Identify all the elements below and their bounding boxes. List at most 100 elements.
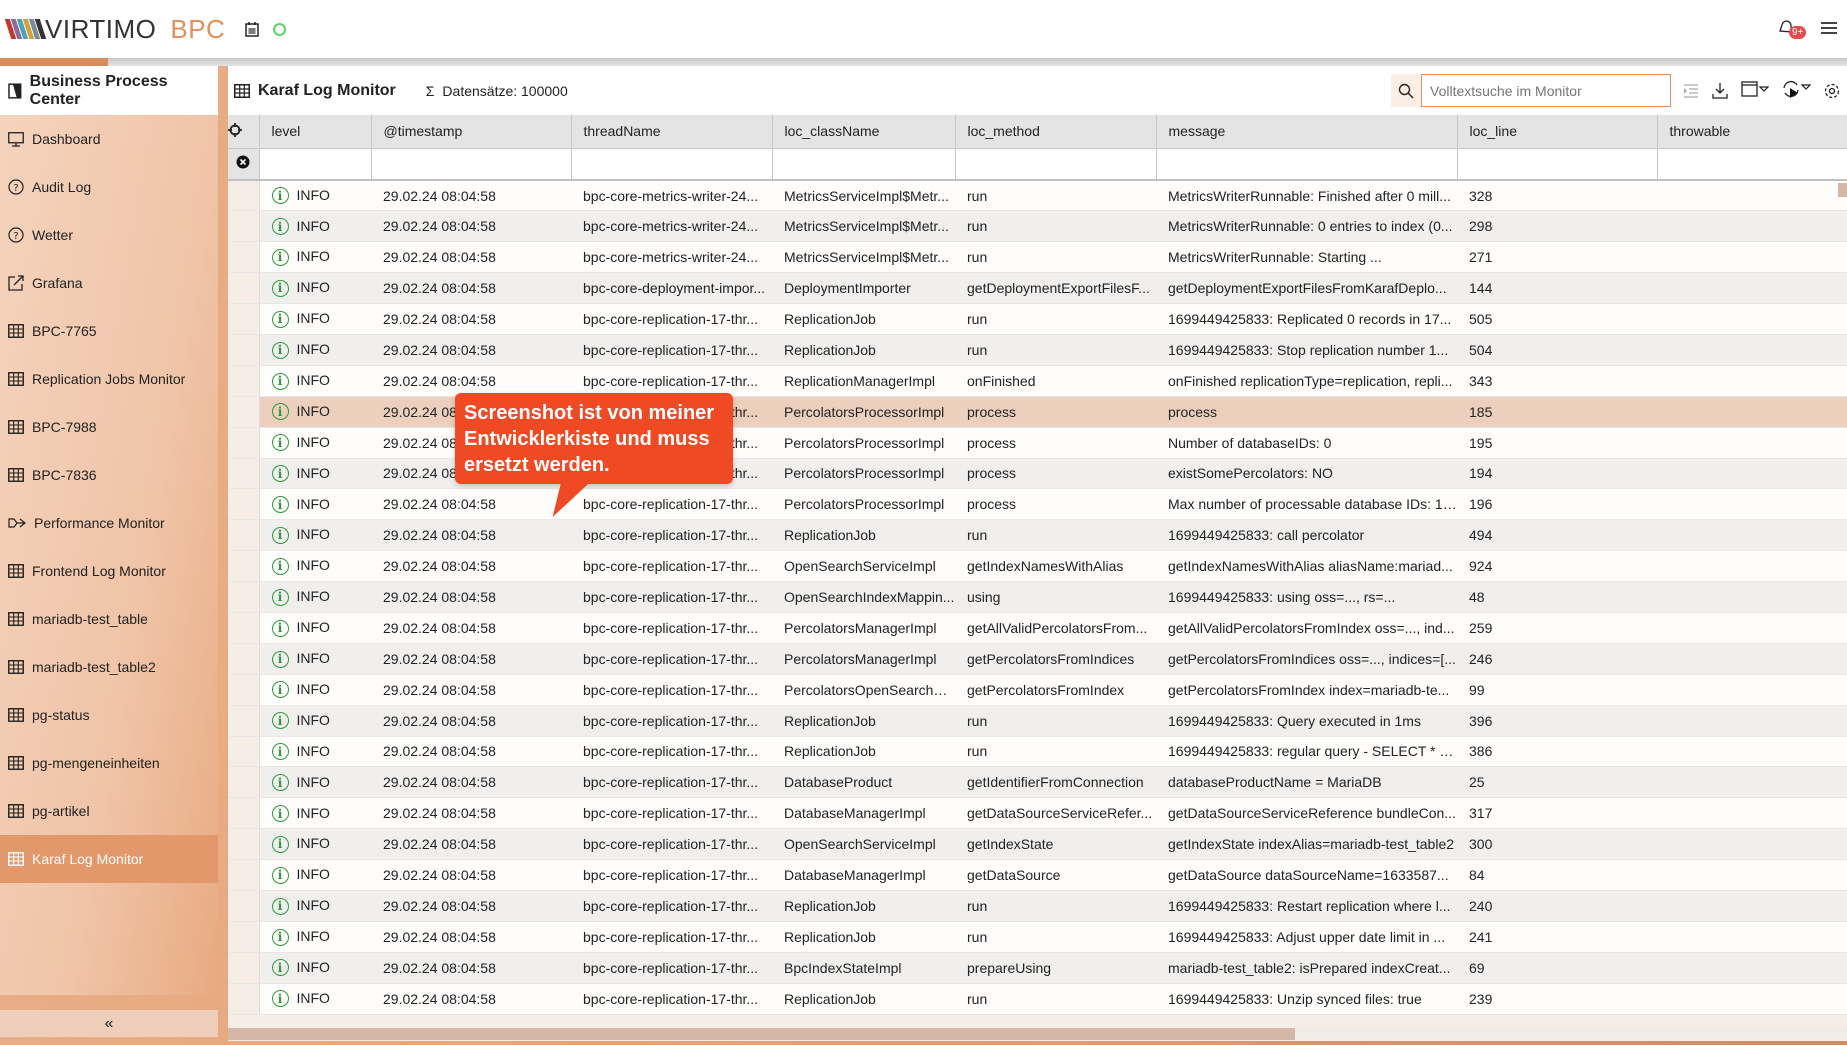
table-row[interactable]: i INFO 29.02.24 08:04:58bpc-core-replicati… xyxy=(228,983,1847,1015)
calendar-icon[interactable] xyxy=(245,21,260,37)
row-selector[interactable] xyxy=(228,272,260,305)
locate-column-button[interactable] xyxy=(228,115,260,149)
fulltext-search-input[interactable] xyxy=(1421,74,1671,107)
row-selector[interactable] xyxy=(228,210,260,243)
sidebar-item-frontend-log-monitor[interactable]: Frontend Log Monitor xyxy=(0,547,218,595)
sidebar-item-bpc-7836[interactable]: BPC-7836 xyxy=(0,451,218,499)
window-layout-dropdown[interactable] xyxy=(1741,81,1770,100)
table-row[interactable]: i INFO 29.02.24 08:04:58bpc-core-replicati… xyxy=(228,612,1847,644)
column-header-loc-className[interactable]: loc_className xyxy=(772,115,956,149)
table-row[interactable]: i INFO 29.02.24 08:04:58 bpc-core-metrics-w… xyxy=(228,241,1847,274)
row-selector[interactable] xyxy=(228,859,260,891)
column-filter-input[interactable] xyxy=(571,148,773,181)
sidebar-item-replication-jobs-monitor[interactable]: Replication Jobs Monitor xyxy=(0,355,218,403)
table-row[interactable]: i INFO 29.02.24 08:04:58bpc-core-replicati… xyxy=(228,952,1847,984)
sidebar-item-grafana[interactable]: Grafana xyxy=(0,259,218,307)
virtimo-logo[interactable]: VIRTIMO BPC xyxy=(4,14,225,45)
row-selector[interactable] xyxy=(228,303,260,335)
search-button[interactable] xyxy=(1391,74,1421,107)
column-filter-input[interactable] xyxy=(1156,148,1458,181)
row-selector[interactable] xyxy=(228,581,260,613)
refresh-dropdown[interactable] xyxy=(1781,79,1812,102)
row-selector[interactable] xyxy=(228,674,260,706)
column-filter-input[interactable] xyxy=(371,148,572,181)
row-selector[interactable] xyxy=(228,334,260,366)
row-selector[interactable] xyxy=(228,766,260,799)
table-row[interactable]: i INFO 29.02.24 08:04:58 bpc-core-metrics-w… xyxy=(228,210,1847,243)
table-row[interactable]: i INFO 29.02.24 08:04:58bpc-core-replicati… xyxy=(228,303,1847,335)
row-selector[interactable] xyxy=(228,365,260,397)
hamburger-menu-icon[interactable] xyxy=(1821,21,1837,35)
row-selector[interactable] xyxy=(228,488,260,521)
row-selector[interactable] xyxy=(228,241,260,274)
sidebar-item-bpc-7988[interactable]: BPC-7988 xyxy=(0,403,218,451)
row-selector[interactable] xyxy=(228,983,260,1015)
row-selector[interactable] xyxy=(228,643,260,675)
table-row[interactable]: i INFO 29.02.24 08:04:58bpc-core-replicati… xyxy=(228,766,1847,799)
column-header-timestamp[interactable]: @timestamp xyxy=(371,115,572,149)
table-row[interactable]: i INFO 29.02.24 08:04:58bpc-core-replicati… xyxy=(228,859,1847,891)
sidebar-item-mariadb-test-table[interactable]: mariadb-test_table xyxy=(0,595,218,643)
column-header-loc-method[interactable]: loc_method xyxy=(955,115,1157,149)
row-selector[interactable] xyxy=(228,612,260,644)
sidebar-item-wetter[interactable]: ? Wetter xyxy=(0,211,218,259)
sidebar-item-dashboard[interactable]: Dashboard xyxy=(0,115,218,163)
settings-gear-icon[interactable] xyxy=(1823,82,1841,100)
horizontal-scrollbar[interactable] xyxy=(228,1028,1847,1040)
table-row[interactable]: i INFO 29.02.24 08:04:58bpc-core-replicati… xyxy=(228,334,1847,366)
column-filter-input[interactable] xyxy=(772,148,956,181)
sidebar-item-karaf-log-monitor[interactable]: Karaf Log Monitor xyxy=(0,835,218,883)
sidebar-item-pg-artikel[interactable]: pg-artikel xyxy=(0,787,218,835)
sidebar-item-pg-status[interactable]: pg-status xyxy=(0,691,218,739)
column-header-threadName[interactable]: threadName xyxy=(571,115,773,149)
column-header-message[interactable]: message xyxy=(1156,115,1458,149)
table-row[interactable]: i INFO 29.02.24 08:04:58bpc-core-replicati… xyxy=(228,674,1847,706)
table-row[interactable]: i INFO 29.02.24 08:04:58 bpc-core-metrics-w… xyxy=(228,180,1847,212)
row-selector[interactable] xyxy=(228,427,260,459)
row-selector[interactable] xyxy=(228,921,260,953)
table-row[interactable]: i INFO 29.02.24 08:04:58bpc-core-replicati… xyxy=(228,365,1847,397)
row-selector[interactable] xyxy=(228,396,260,428)
indent-list-icon[interactable] xyxy=(1683,83,1699,98)
table-row[interactable]: i INFO 29.02.24 08:04:58bpc-core-replicati… xyxy=(228,643,1847,675)
table-row[interactable]: i INFO 29.02.24 08:04:58bpc-core-replicati… xyxy=(228,828,1847,861)
sidebar-item-pg-mengeneinheiten[interactable]: pg-mengeneinheiten xyxy=(0,739,218,787)
table-row[interactable]: i INFO 29.02.24 08:04:58bpc-core-replicati… xyxy=(228,519,1847,552)
column-filter-input[interactable] xyxy=(1657,148,1847,181)
column-filter-input[interactable] xyxy=(259,148,372,181)
table-row[interactable]: i INFO 29.02.24 08:04:58bpc-core-replicati… xyxy=(228,736,1847,768)
column-header-loc-line[interactable]: loc_line xyxy=(1457,115,1658,149)
table-row[interactable]: i INFO 29.02.24 08:04:58bpc-core-replicati… xyxy=(228,705,1847,737)
table-row[interactable]: i INFO 29.02.24 08:04:58bpc-core-replicati… xyxy=(228,921,1847,953)
table-row[interactable]: i INFO 29.02.24 08:04:58bpc-core-replicati… xyxy=(228,890,1847,922)
row-selector[interactable] xyxy=(228,550,260,583)
row-selector[interactable] xyxy=(228,890,260,922)
row-selector[interactable] xyxy=(228,458,260,490)
row-selector[interactable] xyxy=(228,519,260,552)
table-row[interactable]: i INFO 29.02.24 08:04:58bpc-core-replicati… xyxy=(228,581,1847,613)
sidebar-item-audit-log[interactable]: ? Audit Log xyxy=(0,163,218,211)
column-filter-input[interactable] xyxy=(955,148,1157,181)
vertical-scrollbar[interactable] xyxy=(1838,183,1847,197)
clear-filters-button[interactable] xyxy=(228,148,260,181)
column-filter-input[interactable] xyxy=(1457,148,1658,181)
sidebar-item-bpc-7765[interactable]: BPC-7765 xyxy=(0,307,218,355)
column-header-throwable[interactable]: throwable xyxy=(1657,115,1847,149)
column-header-level[interactable]: level xyxy=(259,115,372,149)
row-selector[interactable] xyxy=(228,952,260,984)
table-row[interactable]: i INFO 29.02.24 08:04:58 bpc-core-deploymen… xyxy=(228,272,1847,305)
row-selector[interactable] xyxy=(228,828,260,861)
table-row[interactable]: i INFO 29.02.24 08:04:58bpc-core-replicati… xyxy=(228,550,1847,583)
horizontal-scrollbar-thumb[interactable] xyxy=(228,1028,1295,1040)
table-row[interactable]: i INFO 29.02.24 08:04:58bpc-core-replicati… xyxy=(228,797,1847,830)
download-icon[interactable] xyxy=(1711,82,1729,100)
row-selector[interactable] xyxy=(228,180,260,212)
collapse-sidebar-button[interactable]: « xyxy=(0,1010,218,1037)
notifications-button[interactable]: 9+ xyxy=(1777,18,1807,39)
table-row[interactable]: i INFO 29.02.24 08:04:58bpc-core-replicati… xyxy=(228,488,1847,521)
sidebar-item-performance-monitor[interactable]: Performance Monitor xyxy=(0,499,218,547)
row-selector[interactable] xyxy=(228,705,260,737)
row-selector[interactable] xyxy=(228,797,260,830)
row-selector[interactable] xyxy=(228,736,260,768)
sidebar-item-mariadb-test-table2[interactable]: mariadb-test_table2 xyxy=(0,643,218,691)
